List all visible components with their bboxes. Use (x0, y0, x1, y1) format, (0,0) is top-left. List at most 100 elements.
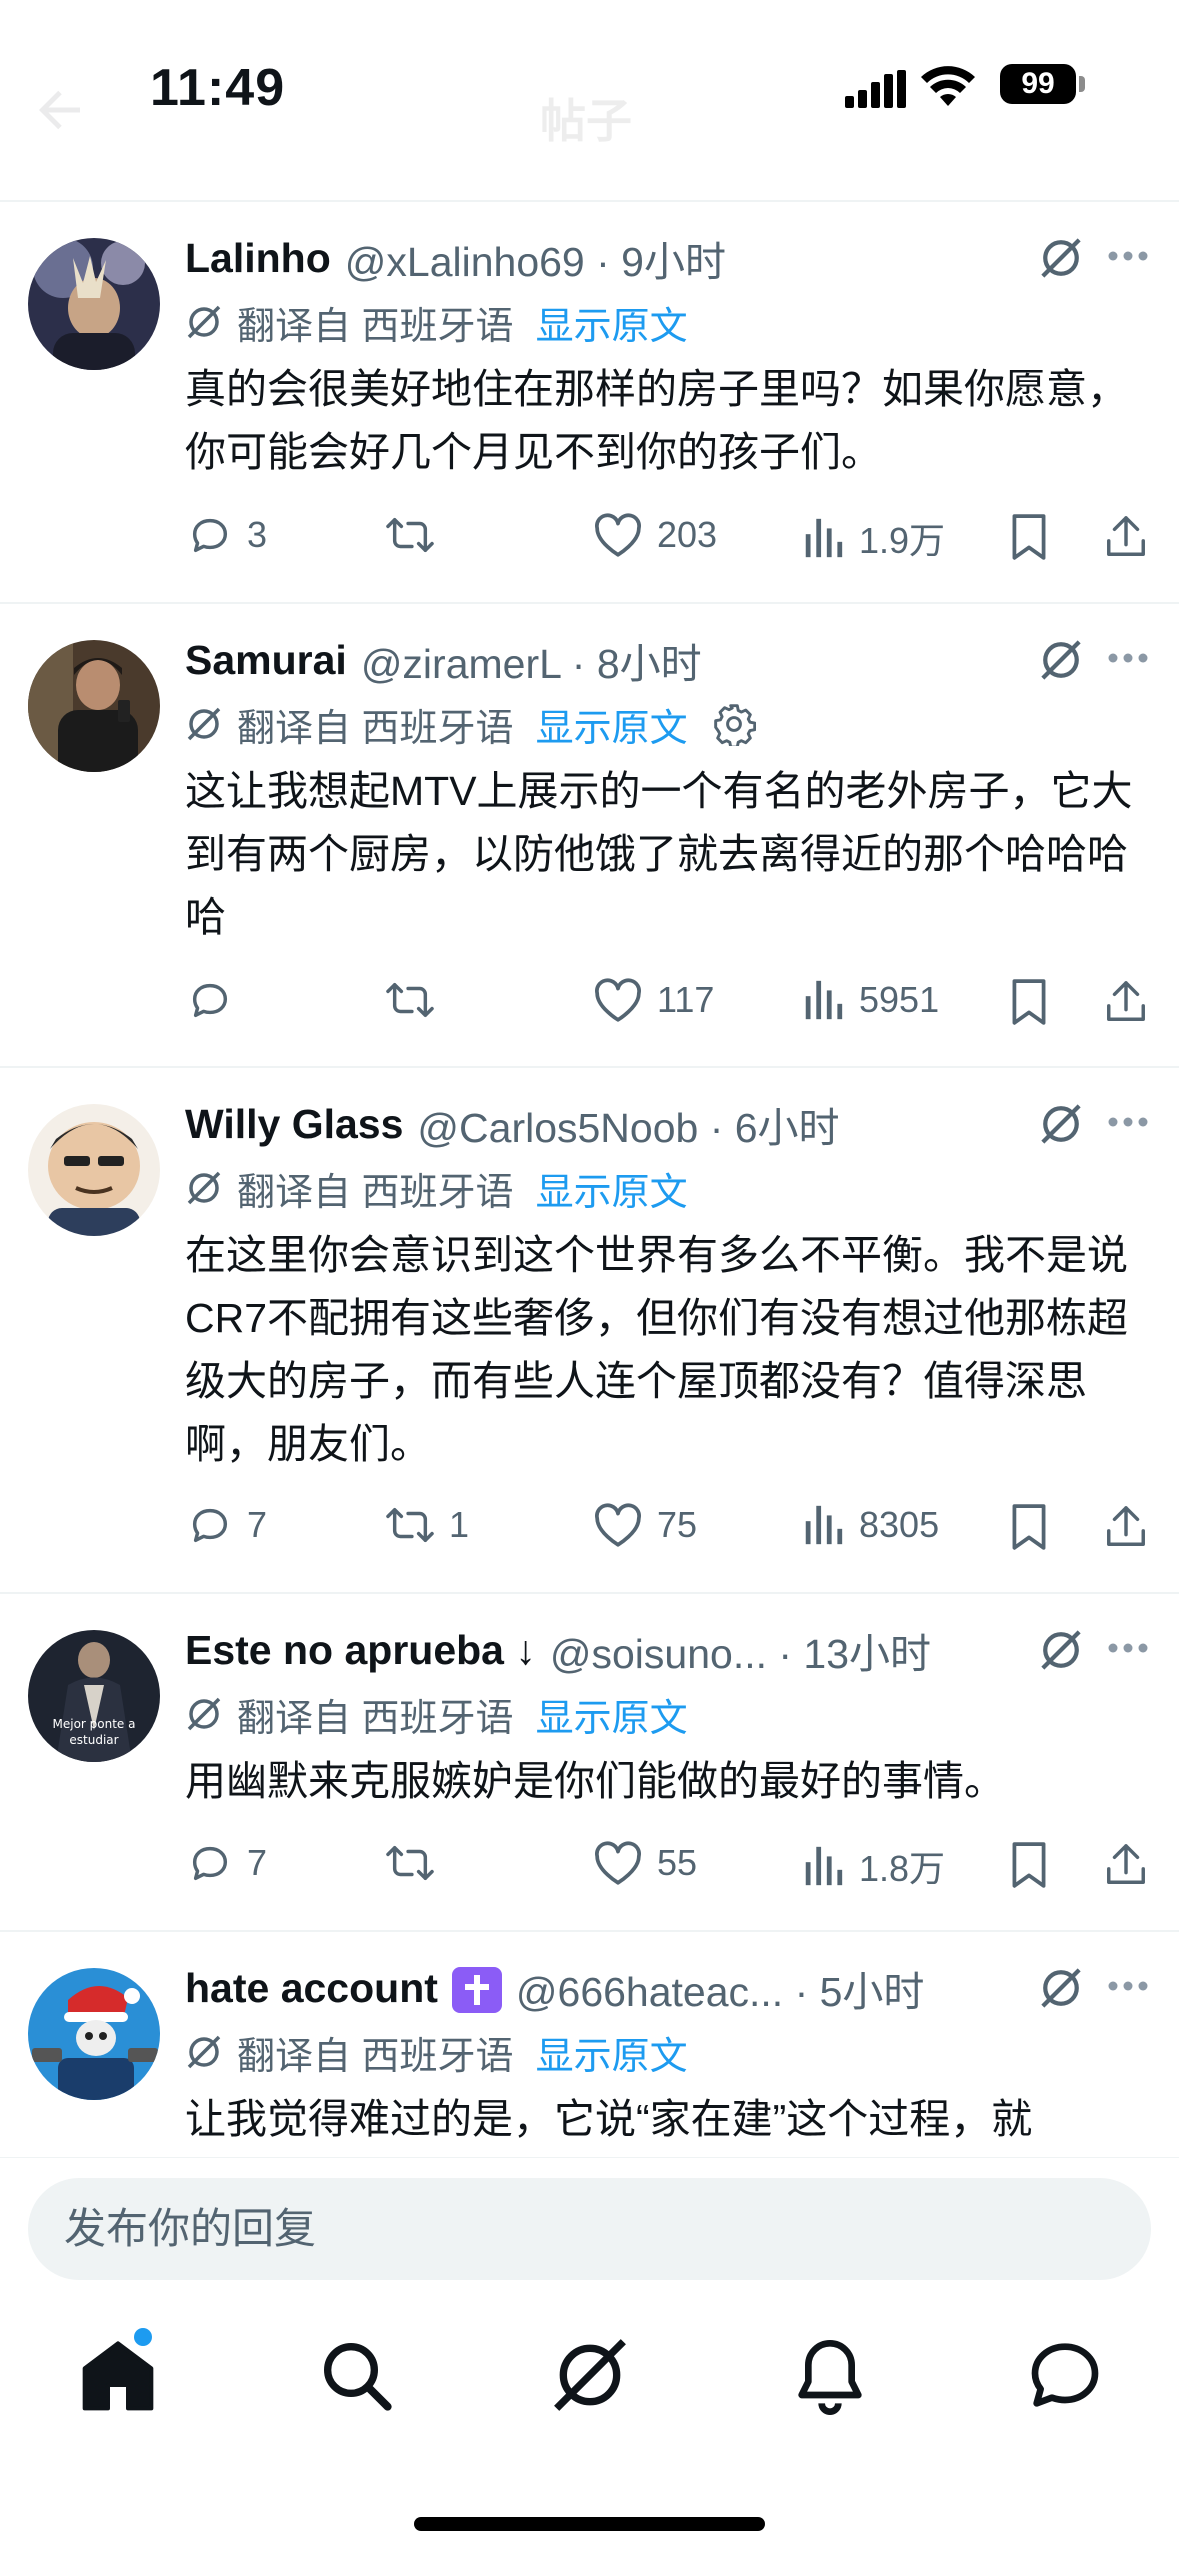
reply-button[interactable]: 3 (187, 512, 267, 558)
retweet-icon (386, 1845, 434, 1881)
like-button[interactable]: 75 (593, 1502, 697, 1548)
views-button[interactable]: 1.9万 (801, 512, 945, 564)
reply-input[interactable]: 发布你的回复 (28, 2178, 1151, 2280)
tweet[interactable]: Mejor ponte a estudiar Este no aprueba ↓… (0, 1594, 1179, 1932)
more-options-icon[interactable] (1107, 1116, 1149, 1128)
tweet-text: 用幽默来克服嫉妒是你们能做的最好的事情。 (185, 1758, 1005, 1804)
like-count: 117 (657, 979, 715, 1020)
author-handle[interactable]: @xLalinho69 · 9小时 (345, 228, 726, 288)
author-name[interactable]: Lalinho (185, 235, 331, 282)
author-handle[interactable]: @666hateac... · 5小时 (516, 1958, 925, 2018)
more-options-icon[interactable] (1107, 1642, 1149, 1654)
view-count: 5951 (859, 979, 940, 1020)
tweet-text: 真的会很美好地住在那样的房子里吗？如果你愿意，你可能会好几个月见不到你的孩子们。 (185, 366, 1128, 475)
avatar[interactable] (28, 1104, 160, 1236)
more-options-icon[interactable] (1107, 652, 1149, 664)
bookmark-icon[interactable] (1007, 1502, 1051, 1552)
tweet[interactable]: Samurai @ziramerL · 8小时 翻译自 西班牙语 显示原文 这让… (0, 604, 1179, 1068)
reply-count: 7 (247, 1504, 268, 1545)
translation-note: 翻译自 西班牙语 (237, 305, 514, 348)
share-icon[interactable] (1103, 977, 1149, 1027)
reply-button[interactable]: 7 (187, 1840, 267, 1886)
reply-icon (192, 518, 228, 553)
like-count: 75 (657, 1504, 698, 1545)
retweet-button[interactable]: 1 (385, 1502, 469, 1548)
more-options-icon[interactable] (1107, 250, 1149, 262)
grok-explain-icon[interactable] (1038, 1101, 1084, 1147)
view-count: 1.8万 (859, 1848, 946, 1889)
grok-explain-icon[interactable] (1038, 1965, 1084, 2011)
show-original-link[interactable]: 显示原文 (536, 697, 688, 752)
tweet-text: 这让我想起MTV上展示的一个有名的老外房子，它大到有两个厨房，以防他饿了就去离得… (185, 768, 1133, 940)
tweet[interactable]: Lalinho @xLalinho69 · 9小时 翻译自 西班牙语 显示原文 … (0, 202, 1179, 604)
share-icon[interactable] (1103, 1840, 1149, 1890)
grok-icon (187, 1171, 221, 1205)
author-handle[interactable]: @soisuno... · 13小时 (550, 1620, 931, 1680)
grok-icon (187, 707, 221, 741)
author-name[interactable]: Willy Glass (185, 1101, 403, 1148)
reply-count: 3 (247, 514, 268, 555)
status-bar: 11:49 帖子 99 (0, 0, 1179, 175)
show-original-link[interactable]: 显示原文 (536, 1687, 688, 1742)
avatar[interactable] (28, 1968, 160, 2100)
retweet-button[interactable] (385, 1840, 449, 1886)
author-name[interactable]: hate account (185, 1965, 438, 2012)
reply-button[interactable] (187, 977, 247, 1023)
show-original-link[interactable]: 显示原文 (536, 2025, 688, 2080)
grok-explain-icon[interactable] (1038, 235, 1084, 281)
home-icon[interactable] (78, 2335, 158, 2415)
bookmark-icon[interactable] (1007, 1840, 1051, 1890)
avatar[interactable]: Mejor ponte a estudiar (28, 1630, 160, 1762)
author-name[interactable]: Este no aprueba ↓ (185, 1627, 536, 1674)
like-count: 203 (657, 514, 718, 555)
views-chart-icon (805, 980, 843, 1020)
avatar[interactable] (28, 238, 160, 370)
like-button[interactable]: 117 (593, 977, 714, 1023)
tweet[interactable]: Willy Glass @Carlos5Noob · 6小时 翻译自 西班牙语 … (0, 1068, 1179, 1594)
battery-tip (1079, 76, 1085, 92)
tweet[interactable]: hate account @666hateac... · 5小时 翻译自 西班牙… (0, 1932, 1179, 2157)
author-handle[interactable]: @ziramerL · 8小时 (361, 630, 702, 690)
author-handle[interactable]: @Carlos5Noob · 6小时 (417, 1094, 839, 1154)
grok-explain-icon[interactable] (1038, 1627, 1084, 1673)
retweet-button[interactable] (385, 977, 449, 1023)
like-button[interactable]: 203 (593, 512, 717, 558)
heart-icon (595, 1841, 641, 1885)
gear-icon[interactable] (712, 702, 756, 746)
views-button[interactable]: 8305 (801, 1502, 939, 1548)
show-original-link[interactable]: 显示原文 (536, 295, 688, 350)
heart-icon (595, 1503, 641, 1547)
grok-icon (187, 1697, 221, 1731)
views-chart-icon (805, 518, 843, 558)
retweet-icon (386, 517, 434, 553)
retweet-count: 1 (449, 1504, 470, 1545)
grok-icon (187, 305, 221, 339)
tweet-text: 在这里你会意识到这个世界有多么不平衡。我不是说CR7不配拥有这些奢侈，但你们有没… (185, 1232, 1129, 1467)
share-icon[interactable] (1103, 1502, 1149, 1552)
back-arrow-icon[interactable] (30, 80, 90, 140)
avatar-caption: Mejor ponte a (53, 1717, 136, 1731)
grok-explain-icon[interactable] (1038, 637, 1084, 683)
translation-note: 翻译自 西班牙语 (237, 1697, 514, 1740)
show-original-link[interactable]: 显示原文 (536, 1161, 688, 1216)
bookmark-icon[interactable] (1007, 512, 1051, 562)
views-chart-icon (805, 1846, 843, 1886)
share-icon[interactable] (1103, 512, 1149, 562)
retweet-button[interactable] (385, 512, 449, 558)
view-count: 1.9万 (859, 520, 946, 561)
grok-icon[interactable] (550, 2335, 630, 2415)
reply-feed[interactable]: Lalinho @xLalinho69 · 9小时 翻译自 西班牙语 显示原文 … (0, 202, 1179, 2157)
views-chart-icon (805, 1505, 843, 1545)
messages-icon[interactable] (1025, 2335, 1105, 2415)
views-button[interactable]: 5951 (801, 977, 939, 1023)
avatar[interactable] (28, 640, 160, 772)
bookmark-icon[interactable] (1007, 977, 1051, 1027)
more-options-icon[interactable] (1107, 1980, 1149, 1992)
search-icon[interactable] (316, 2335, 396, 2415)
notifications-icon[interactable] (790, 2335, 870, 2415)
views-button[interactable]: 1.8万 (801, 1840, 945, 1892)
reply-button[interactable]: 7 (187, 1502, 267, 1548)
translation-note: 翻译自 西班牙语 (237, 1171, 514, 1214)
author-name[interactable]: Samurai (185, 637, 347, 684)
like-button[interactable]: 55 (593, 1840, 697, 1886)
